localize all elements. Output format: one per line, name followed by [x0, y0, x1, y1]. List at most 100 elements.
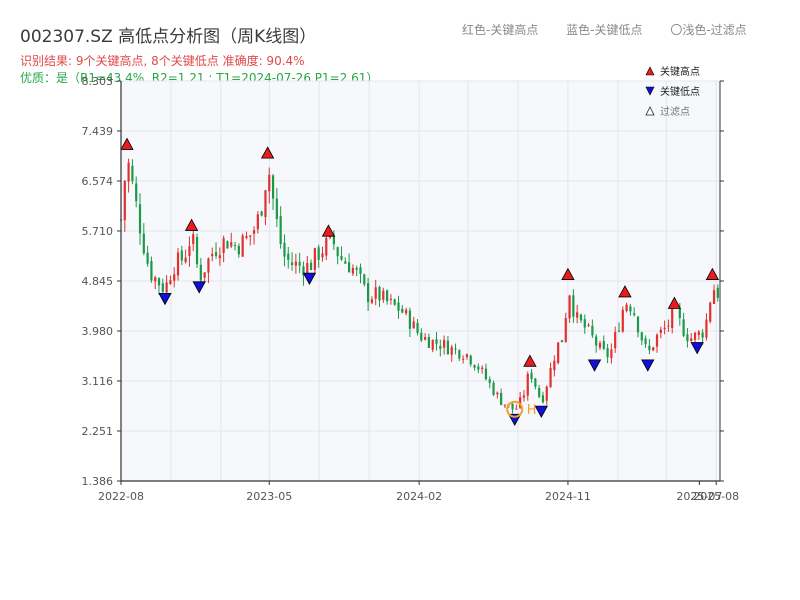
- legend-high-label: 关键高点: [660, 65, 700, 78]
- candle-body: [370, 299, 373, 303]
- candle-body: [363, 274, 366, 285]
- candle-body: [503, 404, 507, 406]
- candle-body: [557, 342, 560, 363]
- candle-body: [226, 241, 229, 249]
- candle-body: [549, 368, 552, 388]
- candle-body: [176, 252, 180, 276]
- candle-body: [313, 248, 316, 270]
- y-tick-label: 3.116: [82, 375, 114, 388]
- candle-body: [625, 304, 628, 312]
- candle-body: [579, 314, 583, 321]
- candle-body: [427, 337, 431, 349]
- candle-body: [595, 336, 598, 346]
- candle-body: [583, 319, 586, 328]
- candle-body: [443, 339, 446, 348]
- candle-body: [241, 235, 244, 257]
- candle-body: [659, 329, 662, 334]
- candle-body: [435, 339, 438, 344]
- candle-body: [526, 373, 529, 396]
- candle-body: [389, 298, 393, 300]
- x-tick-label: 2024-11: [545, 490, 591, 503]
- candle-body: [256, 214, 259, 230]
- candle-body: [530, 372, 533, 379]
- candle-body: [541, 395, 545, 403]
- candle-body: [264, 190, 267, 218]
- candle-body: [317, 247, 320, 260]
- candle-body: [602, 340, 605, 349]
- candle-body: [697, 331, 700, 336]
- legend-filtered-label: 过滤点: [660, 105, 690, 118]
- candle-body: [492, 382, 495, 395]
- candle-body: [606, 347, 609, 358]
- candle-body: [408, 310, 412, 329]
- candle-body: [138, 204, 142, 234]
- candle-body: [701, 332, 704, 338]
- candle-body: [127, 162, 130, 182]
- candle-body: [481, 367, 484, 369]
- candle-body: [359, 267, 362, 274]
- candle-body: [195, 237, 199, 265]
- candle-body: [271, 175, 275, 199]
- candle-body: [560, 340, 564, 343]
- candle-body: [587, 324, 590, 326]
- candle-body: [131, 165, 134, 182]
- legend-low-label: 关键低点: [660, 85, 700, 98]
- candle-body: [203, 272, 206, 278]
- candle-body: [640, 332, 643, 341]
- candle-body: [469, 355, 472, 365]
- candle-body: [386, 290, 389, 302]
- candle-body: [484, 368, 488, 380]
- candle-body: [230, 242, 233, 247]
- candle-body: [165, 282, 168, 293]
- y-tick-label: 4.845: [82, 275, 114, 288]
- candle-body: [454, 348, 457, 350]
- y-tick-label: 2.251: [82, 425, 114, 438]
- candle-body: [378, 286, 381, 301]
- candle-body: [161, 283, 164, 292]
- candle-body: [655, 334, 659, 347]
- candle-body: [648, 345, 651, 351]
- y-tick-label: 3.980: [82, 325, 114, 338]
- candle-body: [446, 340, 450, 355]
- candle-body: [245, 236, 248, 239]
- candle-body: [405, 309, 408, 314]
- y-tick-label: 7.439: [82, 125, 114, 138]
- candle-body: [564, 318, 567, 342]
- candle-body: [671, 308, 674, 328]
- candle-body: [598, 343, 602, 348]
- candle-body: [610, 349, 613, 359]
- candle-body: [705, 319, 708, 338]
- candle-body: [290, 262, 294, 265]
- candle-body: [393, 299, 396, 305]
- candle-body: [199, 264, 202, 281]
- candle-body: [458, 350, 461, 359]
- candle-body: [309, 262, 313, 270]
- candle-body: [249, 235, 252, 237]
- candle-body: [591, 325, 594, 336]
- candle-body: [344, 261, 347, 264]
- candle-body: [188, 246, 191, 256]
- candle-body: [283, 242, 286, 257]
- candle-body: [465, 354, 469, 358]
- y-tick-label: 8.303: [82, 75, 114, 88]
- candle-body: [633, 313, 636, 316]
- candle-body: [515, 408, 518, 410]
- candle-body: [401, 308, 404, 313]
- candle-body: [667, 325, 670, 327]
- candle-body: [397, 302, 400, 311]
- candle-body: [450, 347, 453, 355]
- candle-body: [169, 280, 172, 284]
- candle-body: [275, 198, 278, 220]
- candle-body: [477, 366, 480, 370]
- candle-body: [693, 332, 697, 340]
- candle-body: [614, 332, 617, 349]
- candle-body: [420, 332, 423, 341]
- candle-body: [636, 316, 640, 333]
- x-tick-label: 2024-02: [396, 490, 442, 503]
- candle-body: [355, 267, 358, 270]
- x-tick-label: 2022-08: [98, 490, 144, 503]
- candle-body: [712, 290, 716, 304]
- candle-body: [135, 183, 138, 202]
- highlight-label: H: [527, 403, 537, 418]
- candle-body: [690, 338, 693, 342]
